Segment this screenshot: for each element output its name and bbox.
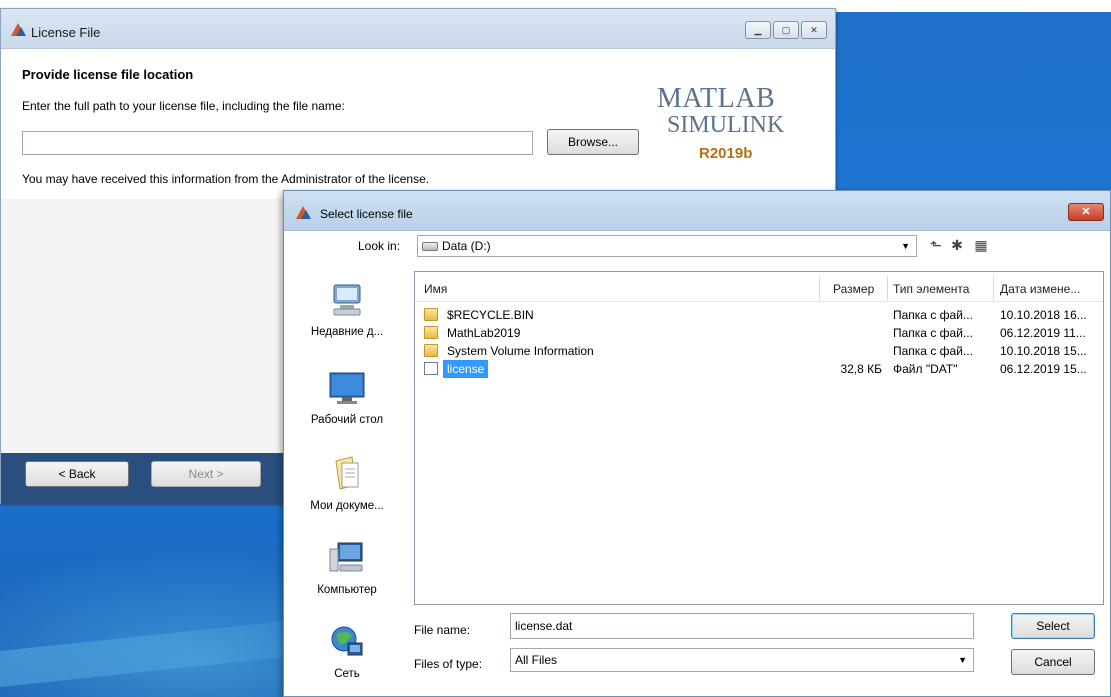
up-folder-icon[interactable]: ⬑: [927, 237, 945, 253]
file-name-input[interactable]: license.dat: [510, 613, 974, 639]
files-of-type-label: Files of type:: [414, 657, 483, 671]
file-type: Папка с фай...: [893, 344, 973, 358]
next-button[interactable]: Next >: [151, 461, 261, 487]
close-button[interactable]: ✕: [801, 21, 827, 39]
look-in-label: Look in:: [358, 239, 401, 253]
dialog-title: Select license file: [320, 207, 413, 221]
file-row[interactable]: MathLab2019 Папка с фай... 06.12.2019 11…: [415, 324, 1103, 342]
view-menu-icon[interactable]: ▦: [972, 237, 990, 253]
chevron-down-icon: ▼: [901, 241, 910, 251]
place-computer[interactable]: Компьютер: [292, 539, 402, 596]
place-label: Компьютер: [317, 584, 377, 596]
folder-icon: [424, 308, 438, 321]
desktop-icon: [329, 372, 365, 404]
column-divider: [819, 276, 820, 300]
page-heading: Provide license file location: [22, 67, 194, 82]
file-date: 10.10.2018 15...: [1000, 344, 1087, 358]
file-name: MathLab2019: [447, 326, 521, 340]
file-size: 32,8 КБ: [840, 362, 882, 376]
window-controls: ▁ ▢ ✕: [745, 21, 827, 39]
logo-matlab: MATLAB: [657, 83, 776, 114]
column-date[interactable]: Дата измене...: [1000, 282, 1080, 296]
network-icon: [331, 626, 363, 656]
license-path-input[interactable]: [22, 131, 533, 155]
documents-icon: [335, 456, 359, 490]
column-name[interactable]: Имя: [424, 282, 447, 296]
place-recent[interactable]: Недавние д...: [292, 281, 402, 338]
back-button[interactable]: < Back: [25, 461, 129, 487]
chevron-down-icon: ▼: [958, 655, 967, 665]
place-network[interactable]: Сеть: [292, 623, 402, 680]
info-text: You may have received this information f…: [22, 172, 430, 186]
title-bar: License File ▁ ▢ ✕: [1, 9, 835, 49]
file-name: license: [443, 360, 489, 378]
browse-button[interactable]: Browse...: [547, 129, 639, 155]
path-prompt: Enter the full path to your license file…: [22, 99, 345, 113]
select-license-dialog: Select license file ✕ Look in: Data (D:)…: [283, 190, 1111, 697]
column-headers: Имя Размер Тип элемента Дата измене...: [415, 272, 1103, 302]
look-in-select[interactable]: Data (D:) ▼: [417, 235, 917, 257]
place-label: Мои докуме...: [310, 500, 384, 512]
drive-icon: [422, 242, 438, 251]
minimize-button[interactable]: ▁: [745, 21, 771, 39]
matlab-icon: [296, 206, 311, 219]
place-label: Сеть: [334, 668, 360, 680]
matlab-simulink-logo: MATLAB SIMULINK R2019b: [657, 83, 827, 163]
window-title: License File: [31, 25, 101, 40]
file-date: 06.12.2019 15...: [1000, 362, 1087, 376]
file-date: 06.12.2019 11...: [1000, 326, 1086, 340]
file-type: Файл "DAT": [893, 362, 958, 376]
file-type: Папка с фай...: [893, 326, 973, 340]
place-documents[interactable]: Мои докуме...: [292, 455, 402, 512]
maximize-button[interactable]: ▢: [773, 21, 799, 39]
new-folder-icon[interactable]: ✱: [948, 237, 966, 253]
look-in-value: Data (D:): [442, 239, 491, 253]
file-row[interactable]: System Volume Information Папка с фай...…: [415, 342, 1103, 360]
place-label: Недавние д...: [310, 326, 384, 338]
column-size[interactable]: Размер: [833, 282, 874, 296]
column-type[interactable]: Тип элемента: [893, 282, 969, 296]
file-name: System Volume Information: [447, 344, 594, 358]
files-of-type-value: All Files: [515, 653, 558, 667]
place-desktop[interactable]: Рабочий стол: [292, 369, 402, 426]
dialog-close-button[interactable]: ✕: [1068, 203, 1104, 221]
logo-version: R2019b: [699, 145, 753, 162]
file-icon: [424, 362, 438, 375]
select-button[interactable]: Select: [1011, 613, 1095, 639]
content-panel: [1, 199, 283, 453]
column-divider: [887, 276, 888, 300]
file-row[interactable]: $RECYCLE.BIN Папка с фай... 10.10.2018 1…: [415, 306, 1103, 324]
file-type: Папка с фай...: [893, 308, 973, 322]
recent-places-icon: [333, 284, 361, 316]
files-of-type-select[interactable]: All Files ▼: [510, 648, 974, 672]
file-name-label: File name:: [414, 623, 471, 637]
file-row-selected[interactable]: license 32,8 КБ Файл "DAT" 06.12.2019 15…: [415, 360, 1103, 378]
folder-icon: [424, 344, 438, 357]
file-name: $RECYCLE.BIN: [447, 308, 534, 322]
computer-icon: [329, 542, 363, 572]
places-bar: Недавние д... Рабочий стол Мои докуме...: [292, 271, 402, 691]
cancel-button[interactable]: Cancel: [1011, 649, 1095, 675]
matlab-icon: [11, 23, 26, 36]
place-label: Рабочий стол: [310, 414, 384, 426]
folder-icon: [424, 326, 438, 339]
logo-simulink: SIMULINK: [667, 112, 785, 138]
column-divider: [993, 276, 994, 300]
file-list[interactable]: Имя Размер Тип элемента Дата измене... $…: [414, 271, 1104, 605]
file-date: 10.10.2018 16...: [1000, 308, 1087, 322]
dialog-title-bar: Select license file ✕: [284, 191, 1110, 231]
